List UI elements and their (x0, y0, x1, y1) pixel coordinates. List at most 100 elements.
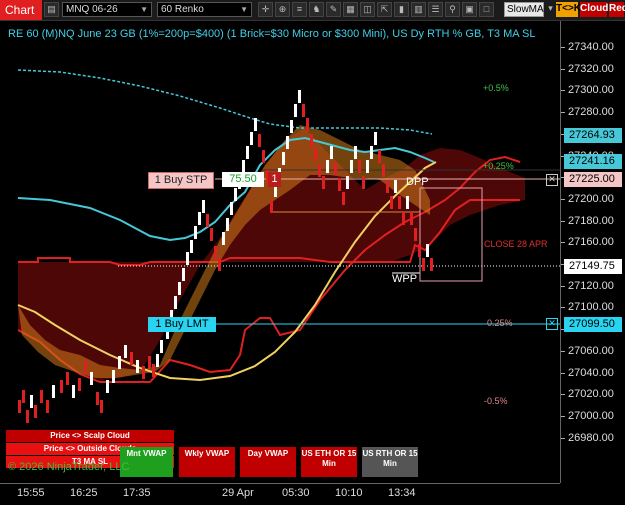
window-icon[interactable]: □ (479, 2, 494, 17)
renko-brick-up (326, 160, 329, 173)
price-tick-mark (561, 112, 565, 114)
renko-brick-up (136, 360, 139, 373)
renko-brick-up (190, 240, 193, 253)
grid-icon[interactable]: ▥ (411, 2, 426, 17)
renko-brick-down (214, 246, 217, 259)
link-icon[interactable]: ⚲ (445, 2, 460, 17)
renko-brick-up (156, 354, 159, 367)
zoom-icon[interactable]: ⊕ (275, 2, 290, 17)
cancel-limit-order-icon[interactable]: ✕ (546, 318, 558, 330)
price-tick-label: 26980.00 (568, 431, 614, 444)
price-tick-mark (561, 350, 565, 352)
price-tick-label: 27000.00 (568, 409, 614, 422)
renko-brick-up (394, 180, 397, 193)
bars-icon[interactable]: ▮ (394, 2, 409, 17)
ma-price-label: 27241.16 (564, 154, 622, 169)
renko-brick-up (198, 212, 201, 225)
renko-brick-up (52, 385, 55, 398)
day-vwap-panel[interactable]: Day VWAP (240, 447, 296, 477)
renko-brick-down (46, 400, 49, 413)
buy-limit-price-label: 27099.50 (564, 317, 622, 332)
scalp-cloud-panel[interactable]: Price <> Scalp Cloud (6, 430, 174, 442)
pct-quarter-label: 0.25% (487, 318, 513, 328)
renko-brick-down (78, 378, 81, 391)
renko-brick-down (382, 164, 385, 177)
renko-brick-up (246, 146, 249, 159)
renko-brick-down (152, 364, 155, 377)
cancel-stop-order-icon[interactable]: ✕ (546, 174, 558, 186)
renko-brick-up (354, 146, 357, 159)
price-tick-label: 27160.00 (568, 236, 614, 249)
crosshair-icon[interactable]: ✛ (258, 2, 273, 17)
renko-brick-up (112, 370, 115, 383)
chevron-down-icon[interactable]: ▾ (546, 2, 555, 17)
renko-brick-up (226, 218, 229, 231)
instrument-menu-icon[interactable]: ▤ (44, 2, 59, 17)
renko-brick-up (406, 196, 409, 209)
chart-title: RE 60 (M)NQ June 23 GB (1%=200p=$400) (1… (8, 28, 536, 40)
chart-canvas[interactable] (0, 21, 560, 483)
renko-brick-down (306, 118, 309, 131)
time-label: 05:30 (282, 487, 310, 499)
snapshot-icon[interactable]: ◫ (360, 2, 375, 17)
period-selector[interactable]: 60 Renko ▼ (157, 2, 252, 17)
renko-brick-down (386, 180, 389, 193)
dpp-label: DPP (406, 176, 429, 188)
lock-icon[interactable]: ▣ (462, 2, 477, 17)
chart-tab[interactable]: Chart (0, 0, 42, 20)
properties-icon[interactable]: ≡ (292, 2, 307, 17)
renko-brick-down (130, 352, 133, 365)
chevron-down-icon: ▼ (240, 5, 248, 14)
share-icon[interactable]: ⇱ (377, 2, 392, 17)
price-tick-label: 27100.00 (568, 301, 614, 314)
time-axis[interactable]: 15:55 16:25 17:35 29 Apr 05:30 10:10 13:… (0, 483, 560, 505)
price-tick-mark (561, 90, 565, 92)
chart-trader-icon[interactable]: ▦ (343, 2, 358, 17)
slow-ma-button[interactable]: SlowMA (504, 2, 544, 17)
renko-brick-down (34, 405, 37, 418)
renko-brick-down (414, 228, 417, 241)
renko-brick-down (148, 356, 151, 369)
buy-stop-price-label: 27225.00 (564, 172, 622, 187)
renko-brick-down (334, 162, 337, 175)
price-tick-mark (561, 372, 565, 374)
renko-brick-up (370, 146, 373, 159)
renko-brick-up (118, 356, 121, 369)
buy-stop-quantity[interactable]: 1 (268, 172, 281, 187)
renko-brick-down (218, 258, 221, 271)
draw-tools-icon[interactable]: ✎ (326, 2, 341, 17)
renko-brick-down (84, 360, 87, 373)
buy-stop-order-label[interactable]: 1 Buy STP (148, 172, 214, 189)
renko-brick-up (282, 152, 285, 165)
buy-limit-order-label[interactable]: 1 Buy LMT (148, 317, 216, 332)
weekly-vwap-panel[interactable]: Wkly VWAP (179, 447, 235, 477)
renko-brick-up (366, 160, 369, 173)
renko-brick-down (342, 192, 345, 205)
price-tick-mark (561, 415, 565, 417)
renko-brick-up (250, 132, 253, 145)
renko-brick-down (66, 372, 69, 385)
renko-brick-up (106, 380, 109, 393)
list-icon[interactable]: ☰ (428, 2, 443, 17)
price-tick-label: 27300.00 (568, 84, 614, 97)
renko-brick-up (374, 132, 377, 145)
period-value: 60 Renko (161, 4, 204, 15)
eth-or-panel[interactable]: US ETH OR 15 Min (301, 447, 357, 477)
price-axis[interactable]: 27340.0027320.0027300.0027280.0027260.00… (560, 21, 625, 483)
price-tick-label: 27280.00 (568, 106, 614, 119)
buy-stop-price-field[interactable]: 75.50 (222, 172, 264, 187)
price-tick-mark (561, 242, 565, 244)
renko-brick-down (310, 134, 313, 147)
red-toggle-button[interactable]: Red (609, 2, 625, 17)
instrument-selector[interactable]: MNQ 06-26 ▼ (62, 2, 152, 17)
strategies-icon[interactable]: ♞ (309, 2, 324, 17)
renko-brick-up (174, 296, 177, 309)
cloud-toggle-button[interactable]: Cloud (580, 2, 608, 17)
renko-brick-up (286, 136, 289, 149)
price-tick-label: 27040.00 (568, 366, 614, 379)
instrument-value: MNQ 06-26 (66, 4, 118, 15)
price-tick-mark (561, 307, 565, 309)
rth-or-panel[interactable]: US RTH OR 15 Min (362, 447, 418, 477)
renko-brick-down (26, 410, 29, 423)
tck-toggle-button[interactable]: T<>K (556, 2, 581, 17)
